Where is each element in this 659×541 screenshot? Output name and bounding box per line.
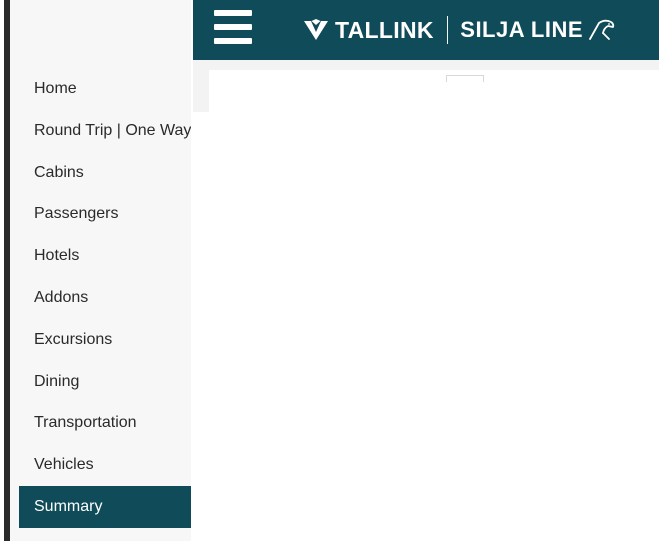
hamburger-menu-icon[interactable] — [214, 10, 252, 44]
sidebar-item-home[interactable]: Home — [19, 68, 191, 110]
sidebar-item-summary[interactable]: Summary — [19, 485, 191, 528]
sidebar-item-round-trip-one-way[interactable]: Round Trip | One Way — [19, 110, 191, 152]
sidebar-item-cabins[interactable]: Cabins — [19, 152, 191, 194]
sidebar-nav-list: Home Round Trip | One Way Cabins Passeng… — [19, 68, 191, 528]
sidebar-item-excursions[interactable]: Excursions — [19, 319, 191, 361]
silja-line-bird-icon — [589, 19, 615, 40]
brand-divider — [446, 16, 449, 44]
tallink-logo-mark-icon — [304, 19, 328, 40]
sidebar: Home Round Trip | One Way Cabins Passeng… — [10, 0, 191, 541]
content-left-edge — [193, 70, 209, 112]
content-top-strip — [193, 60, 659, 70]
app-frame: Home Round Trip | One Way Cabins Passeng… — [0, 0, 659, 541]
brand-tallink-text: TALLINK — [335, 16, 434, 43]
sidebar-item-hotels[interactable]: Hotels — [19, 235, 191, 277]
content-tab-stub — [446, 75, 484, 82]
content-panel — [209, 70, 659, 541]
sidebar-item-vehicles[interactable]: Vehicles — [19, 444, 191, 486]
sidebar-item-passengers[interactable]: Passengers — [19, 193, 191, 235]
top-header-bar: TALLINK SILJA LINE — [193, 0, 659, 60]
brand-silja-line-text: SILJA LINE — [460, 17, 584, 42]
main-content-area — [193, 60, 659, 541]
sidebar-item-addons[interactable]: Addons — [19, 277, 191, 319]
brand-logo[interactable]: TALLINK SILJA LINE — [303, 13, 617, 47]
sidebar-item-transportation[interactable]: Transportation — [19, 402, 191, 444]
sidebar-item-dining[interactable]: Dining — [19, 361, 191, 403]
